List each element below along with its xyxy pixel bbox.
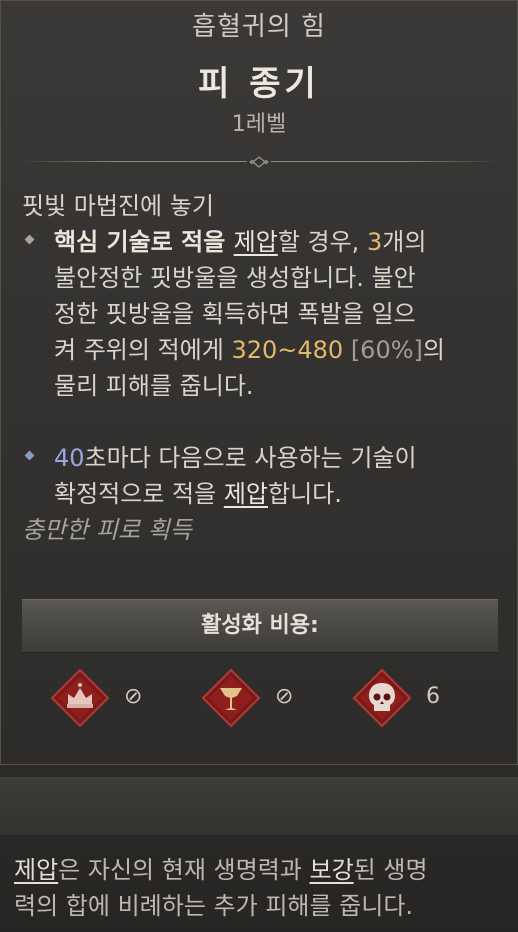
bullet2-text: 합니다. (268, 480, 342, 508)
damage-range: 320~480 (231, 336, 344, 364)
bullet1-text: 개의 (382, 228, 427, 256)
flavor-text: 충만한 피로 획득 (22, 516, 192, 544)
bullet2-text: 확정적으로 적을 (54, 480, 224, 508)
bullet-effect-1: 핵심 기술로 적을 제압할 경우, 3개의 불안정한 핏방울을 생성합니다. 불… (22, 224, 502, 404)
bullet1-line: 물리 피해를 줍니다. (54, 372, 254, 400)
bullet1-text: 의 (422, 336, 445, 364)
cost-value: ⊘ (124, 684, 143, 709)
bullet1-text: 핵심 기술로 적을 (54, 228, 234, 256)
bullet1-text: 할 경우, (277, 228, 367, 256)
bullet1-line: 정한 핏방울을 획득하면 폭발을 일으 (54, 300, 416, 328)
activation-cost-header: 활성화 비용: (22, 599, 498, 653)
description-intro: 핏빛 마법진에 놓기 (22, 192, 214, 220)
footnote-term-overpower: 제압 (14, 856, 59, 884)
keyword-link-overpower[interactable]: 제압 (234, 228, 278, 256)
keyword-link-overpower[interactable]: 제압 (224, 480, 268, 508)
drop-count: 3 (366, 228, 383, 256)
cooldown-seconds: 40 (54, 444, 85, 472)
bullet2-text: 초마다 다음으로 사용하는 기술이 (84, 444, 417, 472)
footnote-text: 된 생명 (353, 856, 428, 884)
skill-level: 1레벨 (231, 112, 287, 137)
bullet-effect-2: 40초마다 다음으로 사용하는 기술이 확정적으로 적을 제압합니다. (22, 440, 502, 512)
ornament-divider (18, 156, 500, 168)
skull-sigil-icon (352, 668, 412, 728)
keyword-footnote: 제압은 자신의 현재 생명력과 보강된 생명 력의 합에 비례하는 추가 피해를… (14, 852, 512, 924)
divider-ornament-icon (247, 156, 271, 168)
chalice-sigil-icon (201, 668, 261, 728)
crown-sigil-icon (50, 668, 110, 728)
bullet-icon (24, 234, 35, 245)
skill-description: 핏빛 마법진에 놓기 핵심 기술로 적을 제압할 경우, 3개의 불안정한 핏방… (22, 188, 502, 548)
cost-value: 6 (426, 684, 440, 709)
divider-band (0, 777, 518, 835)
bullet1-text: 켜 주위의 적에게 (54, 336, 232, 364)
footnote-term-fortify: 보강 (309, 856, 354, 884)
damage-scaling: [60%] (343, 336, 423, 364)
footnote-text: 은 자신의 현재 생명력과 (58, 856, 310, 884)
cost-value: ⊘ (275, 684, 294, 709)
footnote-line: 력의 합에 비례하는 추가 피해를 줍니다. (14, 892, 414, 920)
skill-title: 피 종기 (198, 64, 320, 104)
bullet-icon (24, 450, 35, 461)
skill-tooltip-panel: 흡혈귀의 힘 피 종기 1레벨 핏빛 마법진에 놓기 핵심 기술로 적을 제압할… (0, 0, 518, 765)
bullet1-line: 불안정한 핏방울을 생성합니다. 불안 (54, 264, 416, 292)
power-category: 흡혈귀의 힘 (192, 12, 326, 42)
